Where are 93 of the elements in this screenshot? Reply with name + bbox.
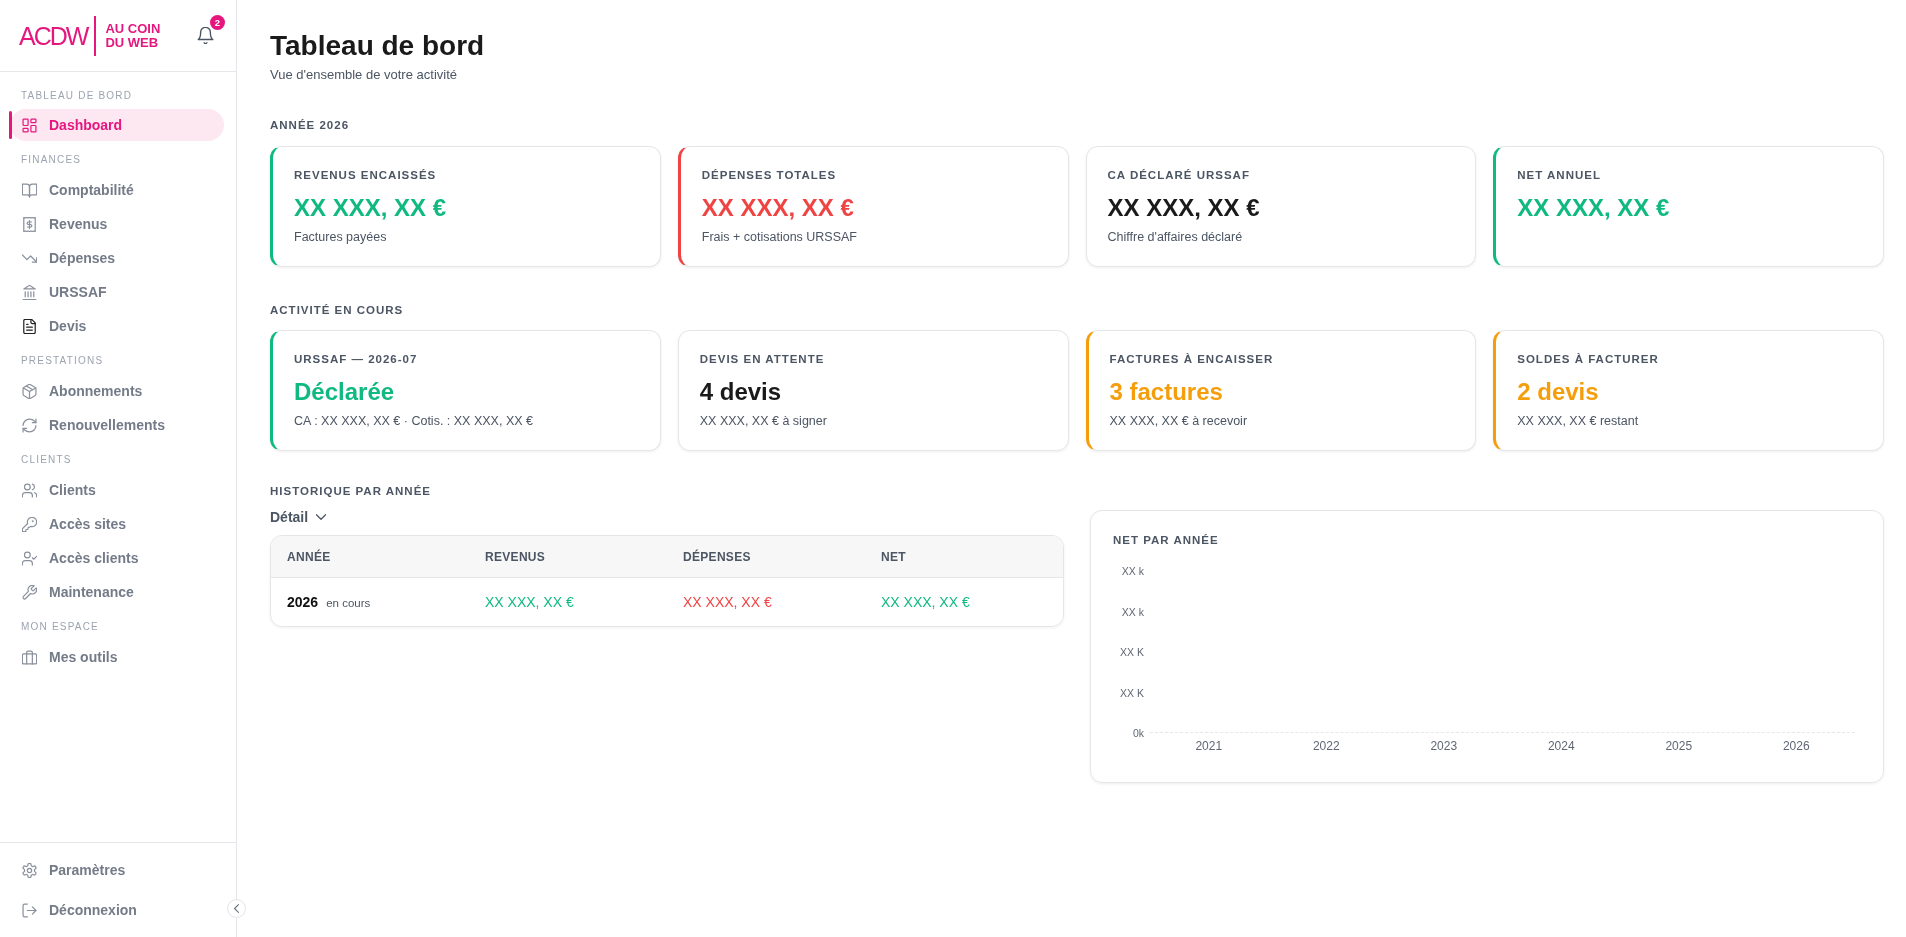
x-axis-label: 2025 bbox=[1665, 739, 1693, 753]
chevron-left-icon bbox=[232, 904, 241, 913]
x-axis-label: 2024 bbox=[1547, 739, 1575, 753]
card-note: XX XXX, XX € restant bbox=[1517, 413, 1640, 430]
book-icon bbox=[22, 182, 37, 198]
nav-item[interactable]: Déconnexion bbox=[10, 894, 224, 926]
briefcase-icon bbox=[22, 649, 37, 665]
user-check-icon bbox=[22, 550, 37, 566]
refresh-icon bbox=[22, 417, 37, 433]
column-header: ANNÉE bbox=[286, 549, 332, 564]
card-label: FACTURES À ENCAISSER bbox=[1109, 352, 1275, 367]
nav-item[interactable]: Dépenses bbox=[10, 242, 224, 274]
y-axis-label: XX k bbox=[1121, 605, 1144, 618]
x-axis-label: 2023 bbox=[1430, 739, 1458, 753]
card-note: Frais + cotisations URSSAF bbox=[701, 229, 858, 246]
nav-item[interactable]: Mes outils bbox=[10, 641, 224, 673]
y-axis-label: XX K bbox=[1120, 646, 1144, 658]
grid-icon bbox=[22, 117, 37, 133]
nav-item[interactable]: Renouvellements bbox=[10, 409, 224, 441]
nav-section-label: FINANCES bbox=[20, 153, 83, 167]
section-title: HISTORIQUE PAR ANNÉE bbox=[270, 484, 432, 499]
card-value: XX XXX, XX € bbox=[1107, 193, 1261, 223]
card-label: DÉPENSES TOTALES bbox=[701, 168, 838, 183]
bell-icon bbox=[197, 27, 214, 44]
chevron-down-icon bbox=[316, 514, 327, 520]
users-icon bbox=[22, 482, 37, 498]
column-header: NET bbox=[880, 549, 907, 564]
nav-item[interactable]: Dashboard bbox=[10, 109, 224, 141]
nav-item[interactable]: Comptabilité bbox=[10, 174, 224, 206]
card-note: XX XXX, XX € à recevoir bbox=[1109, 413, 1249, 430]
card-label: NET ANNUEL bbox=[1517, 168, 1602, 183]
nav-section-label: TABLEAU DE BORD bbox=[20, 89, 134, 103]
y-axis-label: XX k bbox=[1121, 565, 1144, 577]
nav-item[interactable]: Clients bbox=[10, 474, 224, 506]
detail-dropdown[interactable]: Détail bbox=[270, 508, 327, 526]
nav-item[interactable]: Maintenance bbox=[10, 576, 224, 608]
column-header: DÉPENSES bbox=[682, 549, 752, 564]
nav-item[interactable]: Accès clients bbox=[10, 542, 224, 574]
collapse-button[interactable] bbox=[227, 899, 246, 918]
section-title: ACTIVITÉ EN COURS bbox=[270, 303, 405, 318]
box-icon bbox=[22, 383, 37, 399]
x-axis-label: 2022 bbox=[1312, 739, 1340, 753]
notification-badge: 2 bbox=[210, 15, 225, 30]
x-axis-label: 2021 bbox=[1195, 739, 1223, 753]
card-note: Factures payées bbox=[294, 229, 388, 246]
card-label: DEVIS EN ATTENTE bbox=[699, 352, 826, 367]
notifications-button[interactable] bbox=[197, 27, 214, 44]
card-note: CA : XX XXX, XX € · Cotis. : XX XXX, XX € bbox=[294, 413, 534, 430]
logo-mark: ACDW bbox=[19, 20, 89, 51]
x-axis-label: 2026 bbox=[1782, 739, 1810, 753]
card-note: XX XXX, XX € à signer bbox=[699, 413, 828, 430]
card-value: 4 devis bbox=[699, 377, 783, 407]
y-axis-label: 0k bbox=[1132, 727, 1144, 739]
logout-icon bbox=[22, 902, 37, 918]
nav-section-label: MON ESPACE bbox=[20, 620, 100, 634]
nav-item[interactable]: Abonnements bbox=[10, 375, 224, 407]
nav-item[interactable]: URSSAF bbox=[10, 276, 224, 308]
card-value: XX XXX, XX € bbox=[701, 193, 855, 223]
receipt-icon bbox=[22, 216, 37, 232]
year-text: 2026 bbox=[287, 594, 319, 610]
nav-item[interactable]: Accès sites bbox=[10, 508, 224, 540]
table-cell-text: XX XXX, XX € bbox=[880, 594, 971, 610]
chart-title: NET PAR ANNÉE bbox=[1113, 533, 1220, 548]
bank-icon bbox=[22, 284, 37, 300]
nav-item[interactable]: Revenus bbox=[10, 208, 224, 240]
nav-item[interactable]: Devis bbox=[10, 310, 224, 342]
page-title: Tableau de bord bbox=[270, 29, 486, 63]
nav-item[interactable]: Paramètres bbox=[10, 854, 224, 886]
card-value: XX XXX, XX € bbox=[1517, 193, 1671, 223]
nav-section-label: CLIENTS bbox=[20, 453, 73, 467]
section-title: ANNÉE 2026 bbox=[270, 118, 351, 133]
card-label: REVENUS ENCAISSÉS bbox=[294, 168, 438, 183]
logo-text: AU COIN DU WEB bbox=[105, 21, 161, 50]
year-status: en cours bbox=[326, 597, 371, 609]
card-label: SOLDES À FACTURER bbox=[1517, 352, 1660, 367]
card-value: XX XXX, XX € bbox=[294, 193, 448, 223]
nav-section-label: PRESTATIONS bbox=[20, 354, 105, 368]
settings-icon bbox=[22, 862, 37, 878]
card-value: 2 devis bbox=[1517, 377, 1600, 407]
card-value: 3 factures bbox=[1109, 377, 1224, 407]
card-label: URSSAF — 2026-07 bbox=[294, 352, 419, 367]
card-value: Déclarée bbox=[294, 377, 396, 407]
page-subtitle: Vue d'ensemble de votre activité bbox=[270, 66, 458, 84]
card-label: CA DÉCLARÉ URSSAF bbox=[1107, 168, 1251, 183]
table-cell-text: XX XXX, XX € bbox=[484, 594, 575, 610]
key-icon bbox=[22, 516, 37, 532]
column-header: REVENUS bbox=[484, 549, 547, 564]
card-note: Chiffre d'affaires déclaré bbox=[1107, 229, 1244, 246]
logo-divider bbox=[94, 15, 97, 56]
table-cell-text: XX XXX, XX € bbox=[682, 594, 773, 610]
y-axis-label: XX K bbox=[1120, 686, 1144, 699]
document-icon bbox=[22, 318, 37, 334]
wrench-icon bbox=[22, 584, 37, 600]
